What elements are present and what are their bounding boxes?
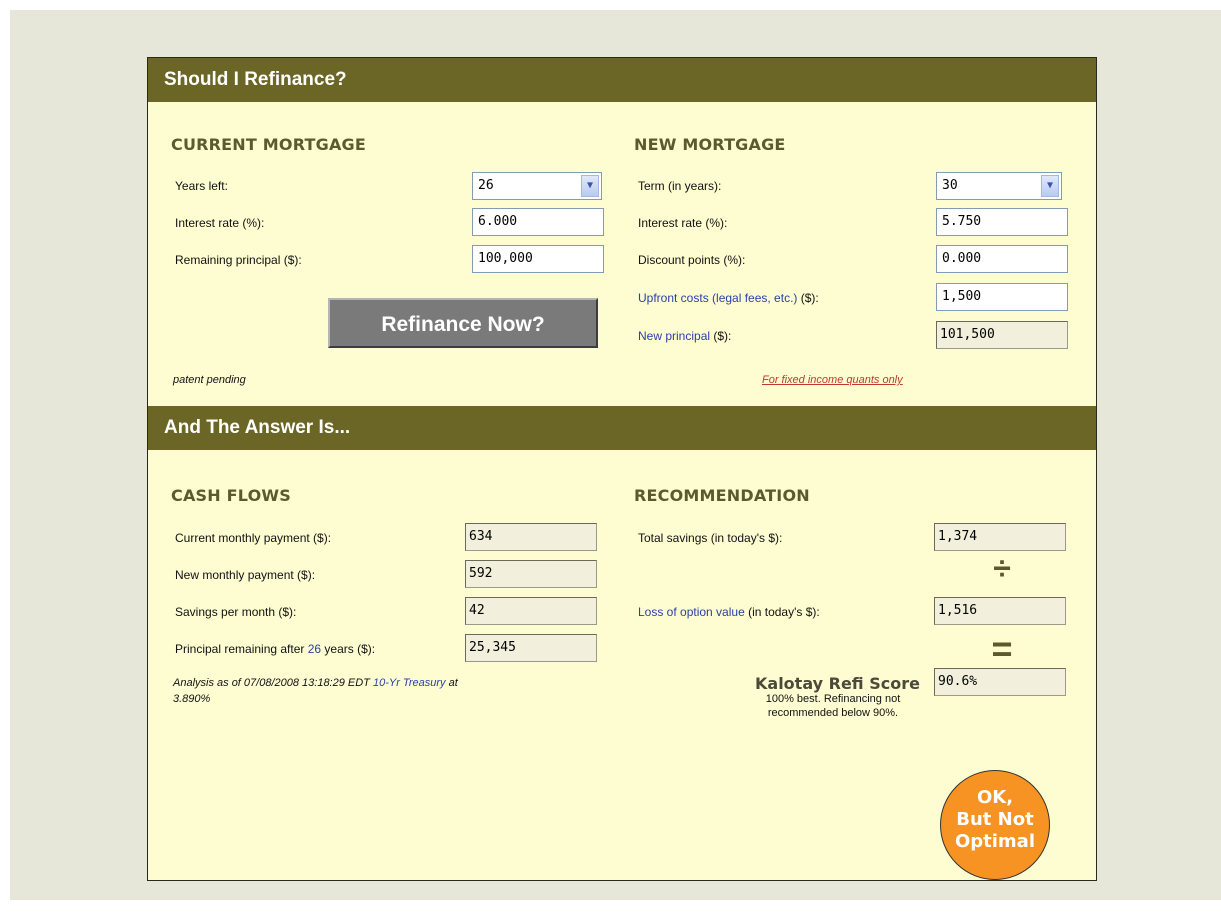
savings-per-month-label: Savings per month ($): <box>175 605 297 619</box>
principal-remaining-prefix: Principal remaining after <box>175 642 308 656</box>
badge-line1: OK, <box>976 787 1014 808</box>
analysis-suffix: at <box>445 677 458 689</box>
loss-option-label: Loss of option value (in today's $): <box>638 605 820 619</box>
analysis-timestamp: Analysis as of 07/08/2008 13:18:29 EDT 1… <box>173 675 458 707</box>
chevron-down-icon[interactable]: ▼ <box>1041 175 1059 197</box>
total-savings-value: 1,374 <box>938 529 978 544</box>
analysis-prefix: Analysis as of 07/08/2008 13:18:29 EDT <box>173 677 373 689</box>
refi-score-readonly: 90.6% <box>934 668 1066 696</box>
upfront-costs-label: Upfront costs (legal fees, etc.) ($): <box>638 291 819 305</box>
total-savings-readonly: 1,374 <box>934 523 1066 551</box>
principal-remaining-label: Principal remaining after 26 years ($): <box>175 642 375 656</box>
refinance-calculator-panel: Should I Refinance? CURRENT MORTGAGE Yea… <box>147 57 1097 881</box>
current-rate-value: 6.000 <box>478 214 518 229</box>
answer-title: And The Answer Is... <box>164 417 351 438</box>
new-mortgage-title: NEW MORTGAGE <box>634 135 786 154</box>
new-rate-label: Interest rate (%): <box>638 216 728 230</box>
years-left-select[interactable]: 26 ▼ <box>472 172 602 200</box>
calculator-title: Should I Refinance? <box>164 69 347 90</box>
new-principal-label: New principal ($): <box>638 329 731 343</box>
new-payment-value: 592 <box>469 566 493 581</box>
loss-option-readonly: 1,516 <box>934 597 1066 625</box>
patent-pending-text: patent pending <box>173 374 246 386</box>
current-payment-value: 634 <box>469 529 493 544</box>
recommendation-title: RECOMMENDATION <box>634 486 810 505</box>
upfront-costs-input[interactable]: 1,500 <box>936 283 1068 311</box>
new-principal-link[interactable]: New principal <box>638 329 710 343</box>
new-principal-suffix: ($): <box>710 329 732 343</box>
calculator-header: Should I Refinance? <box>148 58 1096 102</box>
term-value: 30 <box>942 178 958 193</box>
refinance-now-button[interactable]: Refinance Now? <box>328 298 598 348</box>
loss-option-link[interactable]: Loss of option value <box>638 605 745 619</box>
new-rate-input[interactable]: 5.750 <box>936 208 1068 236</box>
principal-remaining-suffix: years ($): <box>321 642 376 656</box>
years-left-value: 26 <box>478 178 494 193</box>
badge-line2: But Not <box>956 809 1034 830</box>
refi-score-note-line1: 100% best. Refinancing not <box>765 693 901 705</box>
savings-per-month-readonly: 42 <box>465 597 597 625</box>
new-rate-value: 5.750 <box>942 214 982 229</box>
chevron-down-icon[interactable]: ▼ <box>581 175 599 197</box>
fixed-income-quants-link[interactable]: For fixed income quants only <box>762 374 903 386</box>
cash-flows-title: CASH FLOWS <box>171 486 291 505</box>
term-select[interactable]: 30 ▼ <box>936 172 1062 200</box>
principal-remaining-value: 25,345 <box>469 640 516 655</box>
upfront-costs-suffix: ($): <box>797 291 819 305</box>
refi-score-note: 100% best. Refinancing not recommended b… <box>728 692 938 720</box>
equals-icon: = <box>991 628 1013 669</box>
current-mortgage-title: CURRENT MORTGAGE <box>171 135 366 154</box>
principal-remaining-years-link[interactable]: 26 <box>308 642 321 656</box>
years-left-label: Years left: <box>175 179 228 193</box>
remaining-principal-label: Remaining principal ($): <box>175 253 302 267</box>
remaining-principal-value: 100,000 <box>478 251 533 266</box>
upfront-costs-value: 1,500 <box>942 289 982 304</box>
current-rate-input[interactable]: 6.000 <box>472 208 604 236</box>
refi-score-label: Kalotay Refi Score <box>755 674 920 693</box>
treasury-rate: 3.890% <box>173 693 211 705</box>
savings-per-month-value: 42 <box>469 603 485 618</box>
current-payment-readonly: 634 <box>465 523 597 551</box>
treasury-link[interactable]: 10-Yr Treasury <box>373 677 446 689</box>
new-principal-readonly: 101,500 <box>936 321 1068 349</box>
upfront-costs-link[interactable]: Upfront costs (legal fees, etc.) <box>638 291 797 305</box>
new-payment-label: New monthly payment ($): <box>175 568 316 582</box>
total-savings-label: Total savings (in today's $): <box>638 531 783 545</box>
discount-points-label: Discount points (%): <box>638 253 746 267</box>
discount-points-value: 0.000 <box>942 251 982 266</box>
loss-option-value: 1,516 <box>938 603 978 618</box>
principal-remaining-readonly: 25,345 <box>465 634 597 662</box>
refi-score-value: 90.6% <box>938 674 978 689</box>
badge-line3: Optimal <box>954 831 1036 852</box>
current-rate-label: Interest rate (%): <box>175 216 265 230</box>
new-payment-readonly: 592 <box>465 560 597 588</box>
refi-score-note-line2: recommended below 90%. <box>767 707 899 719</box>
discount-points-input[interactable]: 0.000 <box>936 245 1068 273</box>
remaining-principal-input[interactable]: 100,000 <box>472 245 604 273</box>
page-bottom-strip <box>0 900 1221 916</box>
term-label: Term (in years): <box>638 179 722 193</box>
current-payment-label: Current monthly payment ($): <box>175 531 332 545</box>
answer-header: And The Answer Is... <box>148 406 1096 450</box>
recommendation-badge: OK, But Not Optimal <box>940 770 1050 880</box>
divide-icon: ÷ <box>993 550 1011 586</box>
loss-option-suffix: (in today's $): <box>744 605 820 619</box>
new-principal-value: 101,500 <box>940 327 995 342</box>
